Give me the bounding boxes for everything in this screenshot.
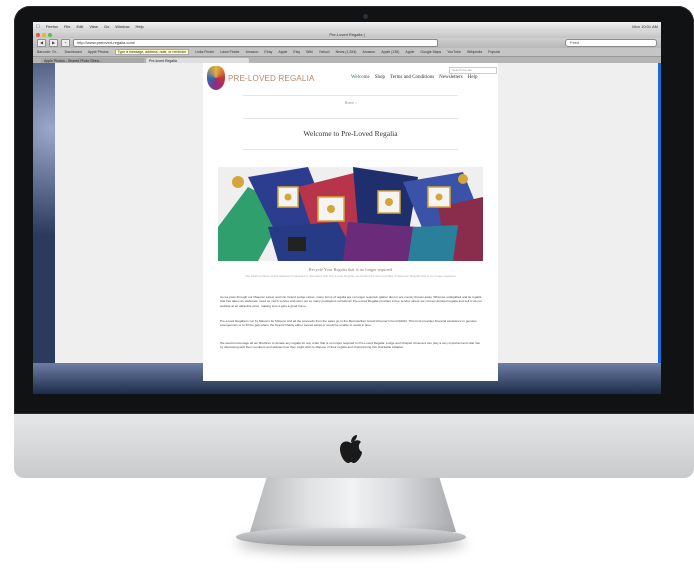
menu-item[interactable]: Edit [76,24,83,29]
bookmark-item[interactable]: Ebay [264,50,272,54]
os-menubar:  Firefox File Edit View Go Window Help … [33,22,661,31]
apple-menu-icon[interactable]:  [36,24,40,30]
menu-item[interactable]: Go [104,24,109,29]
breadcrumb-home[interactable]: Home › [203,100,498,105]
divider [243,149,458,150]
bookmark-item[interactable]: Links Finder [195,50,214,54]
sub-heading: Recycle Your Regalia that is no longer r… [308,267,393,272]
intro-text: The Metropolitan Grand Almoner is please… [244,274,457,278]
site-nav: Welcome Shop Terms and Conditions Newsle… [351,75,477,80]
window-title: Pre-Loved Regalia | [329,32,365,37]
scrollbar[interactable] [658,63,661,363]
bookmark-item[interactable]: Apple (135) [381,50,399,54]
bookmark-item[interactable]: News (1,284) [336,50,357,54]
bookmark-item[interactable]: Apple Photos [88,50,109,54]
bookmark-item[interactable]: Dashboard [65,50,82,54]
bookmark-item[interactable]: Amazon [362,50,375,54]
browser-search-input[interactable]: Feed [565,39,657,47]
browser-title-bar: Pre-Loved Regalia | [33,31,661,38]
browser-toolbar: ◀ ▶ + http://www.preloved-regalia.com/ F… [33,38,661,48]
zoom-window-icon[interactable] [48,32,52,37]
body-paragraph: We would encourage all our Brethren to d… [220,341,480,350]
menu-item[interactable]: File [64,24,70,29]
nav-terms[interactable]: Terms and Conditions [390,75,434,80]
page-gutter-left [55,63,203,363]
bookmark-item[interactable]: Yahoo! [319,50,330,54]
imac-stand-base [236,528,466,546]
bookmark-item[interactable]: Apple [405,50,414,54]
minimize-window-icon[interactable] [42,32,46,37]
page-gutter-right [498,63,658,363]
body-paragraph: Pre-Loved Regalia is run by Masons for M… [220,319,477,328]
bookmark-item[interactable]: YouTube [447,50,461,54]
bookmark-item[interactable]: Wikipedia [467,50,482,54]
divider [243,95,458,96]
imac-stand [250,478,456,532]
body-paragraph: As we pass through our Masonic career an… [220,295,482,308]
logo-text: PRE-LOVED REGALIA [228,73,315,83]
bookmark-item[interactable]: Wiki [306,50,313,54]
bookmark-item[interactable]: Google Maps [420,50,441,54]
bookmark-item[interactable]: Etsy [293,50,300,54]
add-tab-button[interactable]: + [61,39,70,47]
back-button[interactable]: ◀ [37,39,46,47]
site-page: PRE-LOVED REGALIA Search the site Welcom… [203,63,498,381]
screen:  Firefox File Edit View Go Window Help … [33,22,661,394]
bookmark-item[interactable]: Barcode: Gr... [37,50,59,54]
bookmark-item[interactable]: Lawn Finder [220,50,239,54]
menu-item[interactable]: Window [115,24,129,29]
menubar-clock[interactable]: Mon 10:01 AM [632,24,658,29]
forward-button[interactable]: ▶ [49,39,58,47]
menu-item[interactable]: Help [136,24,144,29]
nav-welcome[interactable]: Welcome [351,75,370,80]
apple-logo-icon [340,435,362,463]
nav-help[interactable]: Help [468,75,478,80]
page-title: Welcome to Pre-Loved Regalia [303,129,398,138]
bookmark-item[interactable]: Popular [488,50,500,54]
bookmarks-bar: Barcode: Gr... Dashboard Apple Photos Ty… [33,48,661,57]
tooltip: Type a message, address, note, or remind… [114,49,190,55]
site-logo[interactable]: PRE-LOVED REGALIA [207,66,315,90]
browser-viewport: PRE-LOVED REGALIA Search the site Welcom… [33,63,661,394]
close-window-icon[interactable] [36,32,40,37]
nav-newsletters[interactable]: Newsletters [439,75,463,80]
regalia-hero-image [218,167,483,261]
site-search-input[interactable]: Search the site [449,67,497,74]
menu-item[interactable]: View [89,24,98,29]
regalia-collage-graphic [218,167,483,261]
bookmark-item[interactable]: Apple [278,50,287,54]
menu-item[interactable]: Firefox [46,24,58,29]
camera-icon [363,14,368,19]
desktop-wallpaper [33,63,55,394]
regalia-crest-icon [207,66,225,90]
divider [243,118,458,119]
bookmark-item[interactable]: Amazon [246,50,259,54]
nav-shop[interactable]: Shop [375,75,385,80]
window-controls [36,32,52,37]
address-bar[interactable]: http://www.preloved-regalia.com/ [73,39,438,47]
